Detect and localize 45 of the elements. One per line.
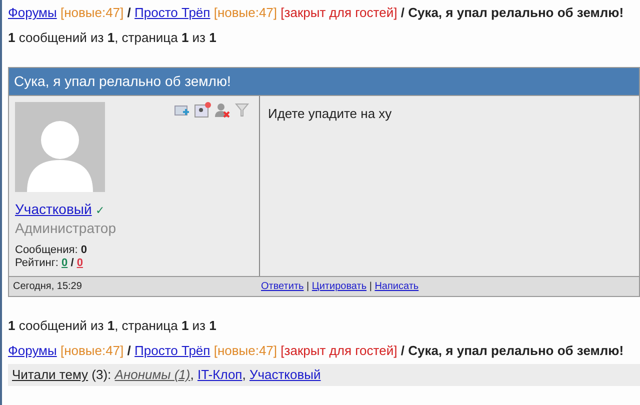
user-role: Администратор [15,220,118,236]
pagination-info: 1 сообщений из 1, страница 1 из 1 [8,30,216,45]
action-link[interactable]: Цитировать [312,281,367,292]
separator: | [306,281,310,292]
topic-title: Сука, я упал релально об землю! [408,343,624,358]
new-count: [новые:47] [214,343,278,358]
separator: , [190,367,194,382]
verified-check-icon: ✓ [95,205,104,217]
post-title: Сука, я упал релально об землю! [9,68,639,95]
separator: / [127,5,131,20]
rating-plus-link[interactable]: 0 [62,256,68,268]
action-link[interactable]: Написать [374,281,419,292]
funnel-icon[interactable] [234,102,251,119]
readers-label: Читали тему [12,367,88,382]
new-count: [новые:47] [60,5,124,20]
breadcrumb-link[interactable]: Просто Трёп [134,5,210,20]
reader-link[interactable]: Участковый [249,367,321,382]
reader-link[interactable]: IT-Клоп [197,367,242,382]
contact-card-icon[interactable] [194,102,211,119]
post-date: Сегодня, 15:29 [13,281,82,292]
pagination-info: 1 сообщений из 1, страница 1 из 1 [8,318,216,333]
action-link[interactable]: Ответить [261,281,304,292]
topic-title: Сука, я упал релально об землю! [408,5,624,20]
messages-count: 0 [80,244,87,256]
breadcrumb-link[interactable]: Форумы [8,5,57,20]
readers-count: (3): [92,367,112,382]
rating-label: Рейтинг: [15,256,58,268]
separator: | [369,281,372,292]
separator: / [127,343,131,358]
new-count: [новые:47] [60,343,124,358]
separator: / [400,343,404,358]
rating-minus-link[interactable]: 0 [76,256,83,268]
breadcrumb-link[interactable]: Просто Трёп [134,343,210,358]
closed-label: [закрыт для гостей] [280,5,398,20]
user-remove-icon[interactable] [214,102,231,119]
anonymous-link[interactable]: Анонимы (1) [114,367,190,382]
separator: / [400,5,404,20]
username-link[interactable]: Участковый [15,201,92,217]
closed-label: [закрыт для гостей] [280,343,398,358]
breadcrumb-link[interactable]: Форумы [8,343,57,358]
new-count: [новые:47] [214,5,278,20]
post-text: Идете упадите на ху [268,106,392,121]
separator: , [242,367,246,382]
separator: / [70,256,74,268]
messages-label: Сообщения: [15,244,78,256]
